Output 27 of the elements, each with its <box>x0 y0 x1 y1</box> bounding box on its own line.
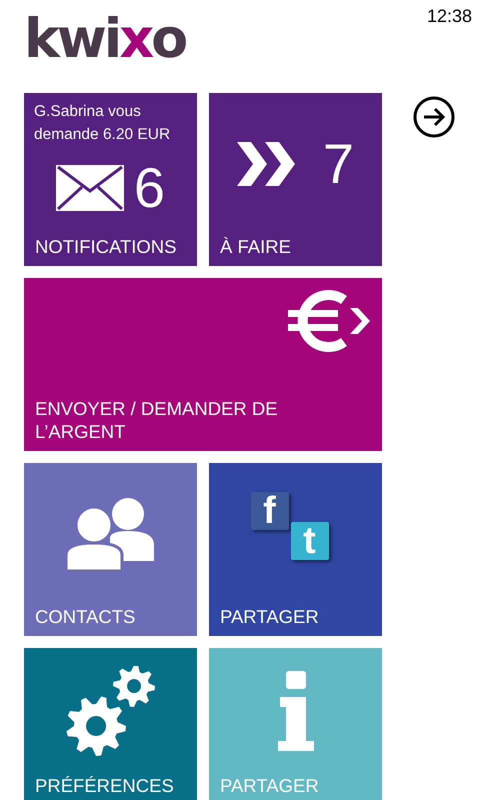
tile-label: NOTIFICATIONS <box>34 235 178 259</box>
clock: 12:38 <box>426 6 472 27</box>
social-icon: t <box>290 522 328 560</box>
tile-label: À FAIRE <box>219 235 292 259</box>
chevrons-icon <box>236 142 295 186</box>
contacts-icon <box>66 497 156 571</box>
tile-background[interactable]: f t PARTAGER <box>209 463 382 636</box>
euro-arrow-icon <box>286 290 370 352</box>
tile-background[interactable]: 7 À FAIRE <box>209 93 382 266</box>
social-icon: f <box>250 492 288 530</box>
envelope-icon <box>56 164 124 210</box>
tile-label: PARTAGER <box>219 605 320 629</box>
tile-background[interactable]: PRÉFÉRENCES <box>24 648 197 800</box>
tile-label: ENVOYER / DEMANDER DE L’ARGENT <box>34 397 279 444</box>
count: 7 <box>322 136 354 192</box>
notification-message: G.Sabrina vous demande 6.20 EUR <box>33 102 172 145</box>
arrow-right-icon[interactable] <box>413 96 455 138</box>
count: 6 <box>134 160 166 216</box>
info-icon <box>276 671 316 751</box>
logo: kwixo <box>24 12 186 66</box>
tile-label: PRÉFÉRENCES <box>34 774 175 798</box>
tile-background[interactable]: CONTACTS <box>24 463 197 636</box>
tile-label: CONTACTS <box>34 605 136 629</box>
tile-background[interactable]: G.Sabrina vous demande 6.20 EUR 6 NOTIFICATIONS <box>24 93 197 266</box>
tile-label: PARTAGER <box>219 774 320 798</box>
tile-background[interactable]: ENVOYER / DEMANDER DE L’ARGENT <box>24 278 382 451</box>
gears-icon <box>66 666 156 756</box>
